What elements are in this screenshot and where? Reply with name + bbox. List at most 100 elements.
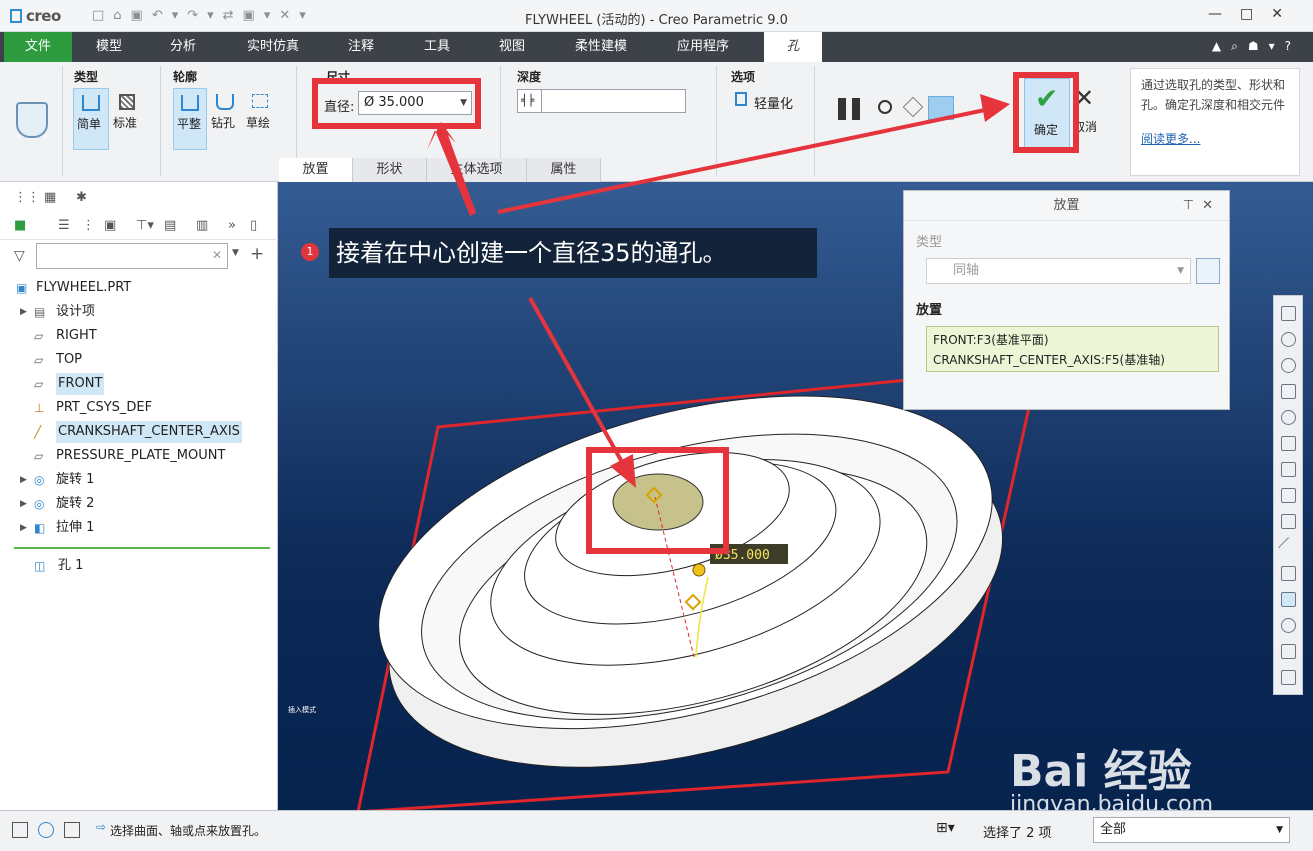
tab-file[interactable]: 文件 bbox=[4, 32, 72, 62]
clear-icon[interactable]: ✕ bbox=[212, 248, 222, 262]
diameter-drag-handle[interactable] bbox=[692, 563, 706, 577]
tab-view[interactable]: 视图 bbox=[481, 32, 543, 62]
verify-mode-icon[interactable] bbox=[928, 96, 954, 120]
tree-search-input[interactable]: ✕ bbox=[36, 243, 228, 269]
graphics-icon[interactable] bbox=[38, 822, 54, 838]
zoom-in-icon[interactable] bbox=[1281, 332, 1296, 347]
selection-filter[interactable]: 全部 ▼ bbox=[1093, 817, 1290, 843]
datum-display-icon[interactable] bbox=[1277, 536, 1300, 559]
chevron-right-icon[interactable]: ▶ bbox=[20, 517, 27, 539]
drill-profile-button[interactable]: 钻孔 bbox=[209, 88, 241, 150]
tab-annotate[interactable]: 注释 bbox=[330, 32, 392, 62]
display-style-icon[interactable] bbox=[1281, 410, 1296, 425]
appearance-icon[interactable] bbox=[1281, 670, 1296, 685]
simple-hole-button[interactable]: 简单 bbox=[73, 88, 109, 150]
zoom-out-icon[interactable] bbox=[1281, 358, 1296, 373]
highlight-hole bbox=[586, 447, 729, 554]
selection-icon[interactable] bbox=[1281, 618, 1296, 633]
repaint-icon[interactable] bbox=[1281, 384, 1296, 399]
details-icon[interactable]: ▥ bbox=[196, 218, 208, 233]
reference-item[interactable]: FRONT:F3(基准平面) bbox=[933, 330, 1212, 350]
placement-references[interactable]: FRONT:F3(基准平面) CRANKSHAFT_CENTER_AXIS:F5… bbox=[926, 326, 1219, 372]
chevron-right-icon[interactable]: ▶ bbox=[20, 469, 27, 491]
tree-toolbar: ■ ☰ ⋮ ▣ ⊤▾ ▤ ▥ » ▯ bbox=[0, 212, 278, 240]
annotation-display-icon[interactable] bbox=[1281, 566, 1296, 581]
revolve-icon: ◎ bbox=[34, 473, 45, 487]
subtab-placement[interactable]: 放置 bbox=[279, 158, 353, 182]
sketch-profile-label: 草绘 bbox=[246, 116, 271, 130]
tab-live-simulation[interactable]: 实时仿真 bbox=[232, 32, 314, 62]
sketch-profile-button[interactable]: 草绘 bbox=[244, 88, 276, 150]
folder-browser-icon[interactable]: ▦ bbox=[44, 190, 56, 205]
depth-type-button[interactable]: ╡╞ bbox=[517, 89, 543, 113]
fullscreen-icon[interactable] bbox=[64, 822, 80, 838]
placement-panel: 放置 ⊤✕ 类型 同轴 ▼ 放置 FRONT:F3(基准平面) CRANKSHA… bbox=[903, 190, 1230, 410]
notes-icon[interactable]: ▯ bbox=[250, 218, 257, 233]
coordinate-system-icon: ⊥ bbox=[34, 401, 45, 415]
model-tree-panel: ⋮⋮ ▦ ✱ ■ ☰ ⋮ ▣ ⊤▾ ▤ ▥ » ▯ ▽ ✕ ▼ + ▣ FLYW… bbox=[0, 182, 278, 810]
refit-icon[interactable] bbox=[1281, 306, 1296, 321]
binoculars-icon[interactable]: ⊞▾ bbox=[936, 820, 955, 836]
spin-center-icon[interactable] bbox=[1281, 592, 1296, 607]
flat-profile-button[interactable]: 平整 bbox=[173, 88, 207, 150]
lightweight-checkbox[interactable]: 轻量化 bbox=[754, 93, 793, 112]
standard-hole-button[interactable]: 标准 bbox=[111, 88, 143, 150]
extrude-icon: ◧ bbox=[34, 521, 46, 535]
simple-hole-icon bbox=[82, 95, 100, 111]
saved-orientations-icon[interactable] bbox=[1281, 436, 1296, 451]
show-icon[interactable]: ▣ bbox=[104, 218, 116, 233]
profile-group-label: 轮廓 bbox=[173, 70, 198, 84]
highlight-diameter bbox=[312, 78, 481, 129]
flip-direction-button[interactable] bbox=[1196, 258, 1220, 284]
more-icon[interactable]: » bbox=[228, 218, 236, 233]
ribbon-utility-icons[interactable]: ▲⌕☗▾? bbox=[1212, 39, 1301, 54]
window-controls[interactable]: —□✕ bbox=[1208, 6, 1301, 22]
placement-type-select[interactable]: 同轴 ▼ bbox=[926, 258, 1191, 284]
callout-badge: 1 bbox=[301, 243, 319, 261]
layout-icon[interactable] bbox=[12, 822, 28, 838]
reference-item[interactable]: CRANKSHAFT_CENTER_AXIS:F5(基准轴) bbox=[933, 350, 1212, 370]
tab-model[interactable]: 模型 bbox=[78, 32, 140, 62]
perspective-icon[interactable] bbox=[1281, 488, 1296, 503]
tree-columns-icon[interactable]: ⋮ bbox=[82, 218, 95, 233]
subtab-properties[interactable]: 属性 bbox=[527, 158, 601, 182]
model-icon[interactable]: ■ bbox=[14, 218, 26, 233]
selected-count[interactable]: 选择了 2 项 bbox=[983, 822, 1052, 841]
lightweight-icon bbox=[735, 92, 747, 106]
separator bbox=[62, 66, 63, 176]
chevron-right-icon[interactable]: ▶ bbox=[20, 301, 27, 323]
add-icon[interactable]: + bbox=[250, 244, 264, 264]
filter-tree-icon[interactable]: ⊤▾ bbox=[136, 218, 154, 233]
depth-input[interactable] bbox=[541, 89, 686, 113]
pause-icon[interactable] bbox=[838, 98, 846, 120]
section-icon[interactable] bbox=[1281, 514, 1296, 529]
tab-tools[interactable]: 工具 bbox=[406, 32, 468, 62]
view-manager-icon[interactable] bbox=[1281, 462, 1296, 477]
separator bbox=[160, 66, 161, 176]
placement-type-label: 类型 bbox=[916, 235, 943, 250]
pin-close-icons[interactable]: ⊤✕ bbox=[1183, 191, 1221, 221]
watermark-logo: Bai 经验 bbox=[1010, 746, 1192, 797]
preview-geometry-icon[interactable] bbox=[902, 96, 924, 118]
tab-analysis[interactable]: 分析 bbox=[152, 32, 214, 62]
subtab-shape[interactable]: 形状 bbox=[353, 158, 427, 182]
tab-hole[interactable]: 孔 bbox=[764, 32, 822, 62]
sketch-profile-icon bbox=[252, 94, 268, 108]
tab-applications[interactable]: 应用程序 bbox=[662, 32, 744, 62]
subtab-body-options[interactable]: 主体选项 bbox=[427, 158, 527, 182]
layer-icon[interactable]: ▤ bbox=[164, 218, 176, 233]
tab-flexible-modeling[interactable]: 柔性建模 bbox=[560, 32, 642, 62]
favorites-icon[interactable]: ✱ bbox=[76, 190, 87, 205]
model-tree-icon[interactable]: ⋮⋮ bbox=[14, 190, 40, 205]
datum-plane-icon: ▱ bbox=[34, 329, 44, 343]
pause-view-icon[interactable] bbox=[1281, 644, 1296, 659]
chevron-down-icon[interactable]: ▼ bbox=[232, 248, 239, 258]
no-preview-icon[interactable] bbox=[878, 100, 892, 114]
chevron-right-icon[interactable]: ▶ bbox=[20, 493, 27, 515]
read-more-link[interactable]: 阅读更多... bbox=[1141, 132, 1200, 146]
filter-icon: ▽ bbox=[14, 248, 25, 264]
help-text: 通过选取孔的类型、形状和孔。确定孔深度和相交元件 bbox=[1141, 78, 1286, 112]
insert-here-line[interactable] bbox=[14, 547, 270, 549]
tree-settings-icon[interactable]: ☰ bbox=[58, 218, 70, 233]
highlight-ok bbox=[1013, 72, 1079, 153]
